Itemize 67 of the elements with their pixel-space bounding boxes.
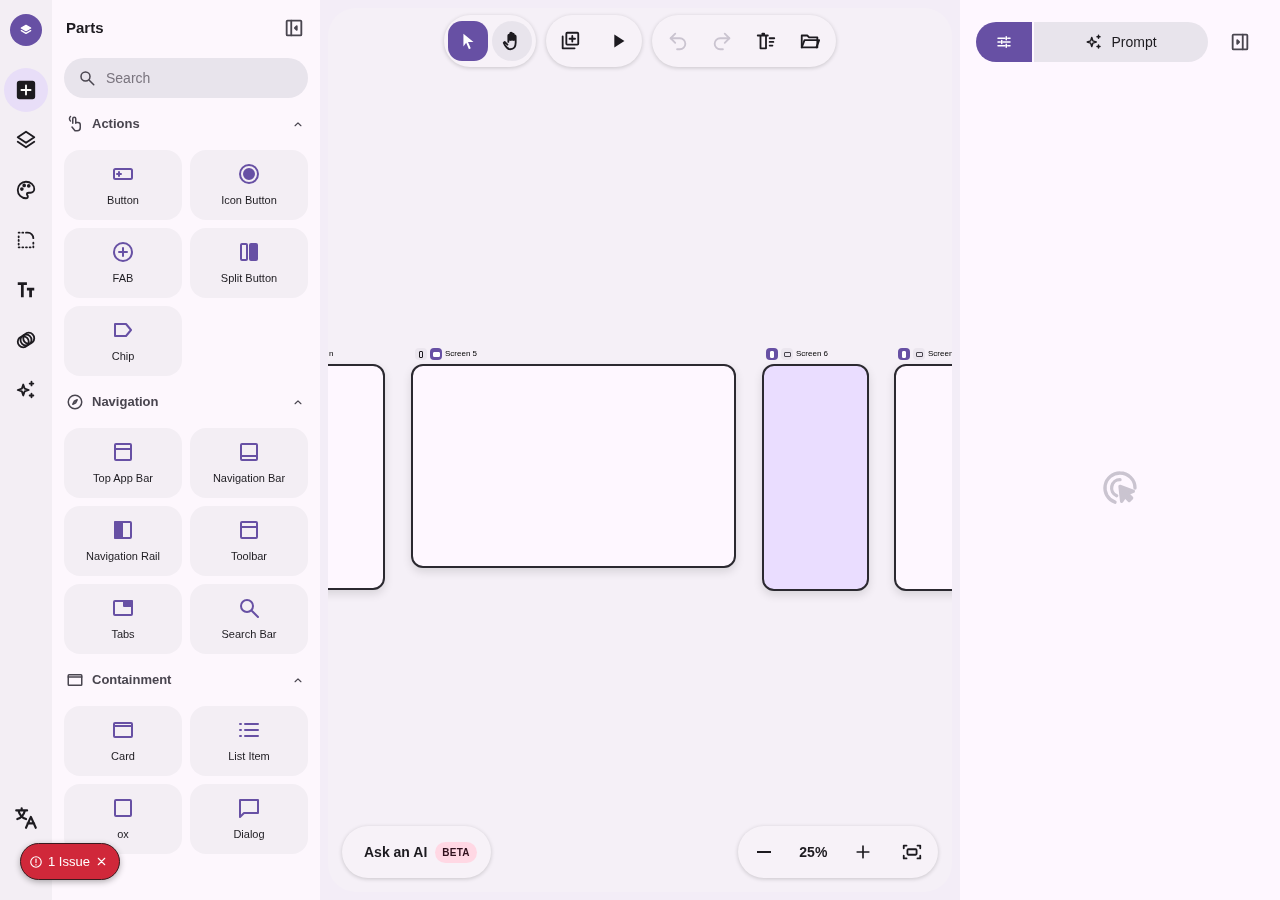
component-tile[interactable]: Icon Button — [190, 150, 308, 220]
component-tile[interactable]: Navigation Bar — [190, 428, 308, 498]
beta-badge: BETA — [435, 841, 477, 863]
component-tile[interactable]: List Item — [190, 706, 308, 776]
phone-toggle[interactable] — [415, 348, 427, 360]
circles-icon — [15, 329, 37, 351]
window-icon — [66, 671, 84, 689]
desktop-toggle[interactable] — [913, 348, 925, 360]
touch-icon — [66, 115, 84, 133]
component-tile[interactable]: Chip — [64, 306, 182, 376]
panel-tab[interactable]: Prompt — [1034, 22, 1208, 62]
search-icon — [78, 69, 96, 87]
screen-label: Screen — [928, 348, 952, 360]
side-panel-icon — [283, 17, 305, 39]
screen-label: Screen 5 — [445, 348, 478, 360]
ask-ai-button[interactable]: Ask an AI BETA — [342, 826, 491, 878]
radio-icon — [237, 161, 261, 186]
app-logo[interactable] — [10, 14, 42, 46]
screen-label: n — [329, 348, 334, 360]
sparkles-icon — [15, 379, 37, 401]
component-tile[interactable]: Search Bar — [190, 584, 308, 654]
rail-button[interactable] — [4, 68, 48, 112]
component-tile[interactable]: Button — [64, 150, 182, 220]
component-tile[interactable]: Card — [64, 706, 182, 776]
redo-icon — [711, 30, 733, 52]
panel-tab[interactable] — [976, 22, 1032, 62]
desktop-toggle[interactable] — [430, 348, 442, 360]
minus-icon — [757, 851, 771, 853]
toolbar-button[interactable] — [492, 21, 532, 61]
component-tile[interactable]: Split Button — [190, 228, 308, 298]
section-title: Actions — [92, 115, 141, 134]
screen-frame[interactable] — [411, 364, 736, 568]
screen-label: Screen 6 — [796, 348, 829, 360]
sparkles-icon — [1085, 33, 1104, 51]
component-tile[interactable]: FAB — [64, 228, 182, 298]
phone-toggle[interactable] — [766, 348, 778, 360]
zoom-level: 25% — [799, 842, 828, 862]
panel-title: Parts — [66, 17, 104, 38]
screen-frame[interactable] — [762, 364, 869, 591]
translate-icon — [13, 805, 39, 831]
error-icon — [29, 854, 43, 869]
toolbar-button[interactable] — [448, 21, 488, 61]
compass-icon — [66, 393, 84, 411]
side-panel-icon — [1229, 31, 1251, 53]
component-tile[interactable]: Top App Bar — [64, 428, 182, 498]
trash-lines-icon — [755, 30, 777, 52]
selection-icon — [15, 229, 37, 251]
add-circle-icon — [111, 239, 135, 264]
palette-icon — [15, 179, 37, 201]
section-title: Containment — [92, 671, 173, 690]
issues-toast[interactable]: 1 Issue — [20, 843, 120, 880]
layers-icon — [15, 129, 37, 151]
component-tile[interactable]: Tabs — [64, 584, 182, 654]
desktop-toggle[interactable] — [781, 348, 793, 360]
undo-icon — [667, 30, 689, 52]
add-icon — [15, 79, 37, 101]
component-tile[interactable]: Dialog — [190, 784, 308, 854]
component-tile[interactable]: ox — [64, 784, 182, 854]
section-title: Navigation — [92, 393, 160, 412]
search-input[interactable]: Search — [106, 67, 266, 89]
issues-count: 1 Issue — [48, 852, 90, 871]
add-copy-icon — [559, 30, 581, 52]
tune-icon — [995, 33, 1013, 51]
component-tile[interactable]: Navigation Rail — [64, 506, 182, 576]
search-field[interactable]: Search — [64, 58, 308, 98]
component-tile[interactable]: Toolbar — [190, 506, 308, 576]
phone-toggle[interactable] — [898, 348, 910, 360]
